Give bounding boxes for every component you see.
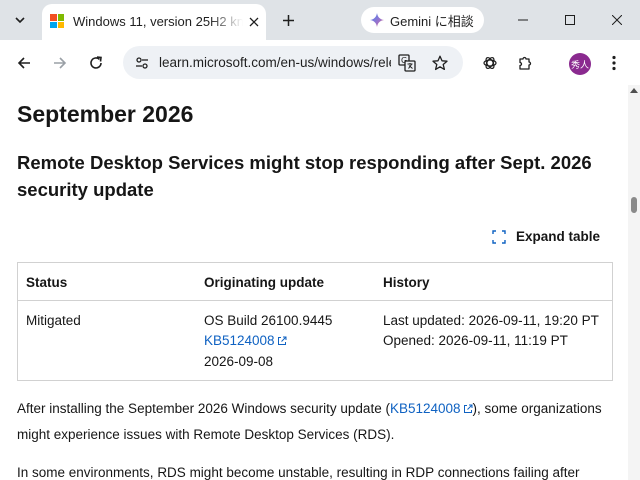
issue-details-paragraph: In some environments, RDS might become u… (17, 465, 580, 480)
arrow-left-icon (17, 57, 30, 69)
expand-table-button[interactable]: Expand table (492, 229, 600, 244)
puzzle-icon (519, 56, 532, 70)
page-scrollbar[interactable] (628, 85, 640, 480)
back-button[interactable] (10, 49, 38, 77)
bookmark-star-button[interactable] (429, 52, 451, 74)
chevron-down-icon (15, 17, 25, 24)
minimize-button[interactable] (500, 4, 546, 36)
os-build-cell: OS Build 26100.9445 (204, 313, 333, 328)
tab-close-button[interactable] (245, 13, 263, 31)
tab-title: Windows 11, version 25H2 known issues (73, 14, 243, 29)
column-header-originating-update: Originating update (204, 275, 324, 290)
plus-icon (282, 14, 294, 26)
external-link-icon (277, 336, 287, 345)
column-header-history: History (383, 275, 430, 290)
translate-button[interactable]: G (396, 52, 418, 74)
title-bar: Windows 11, version 25H2 known issues Ge… (0, 0, 640, 40)
expand-table-label: Expand table (516, 229, 601, 244)
issue-title: Remote Desktop Services might stop respo… (17, 152, 592, 200)
url-text: learn.microsoft.com/en-us/windows/releas… (159, 55, 391, 70)
arrow-right-icon (54, 57, 67, 69)
kb-link-text: KB5124008 (204, 333, 275, 348)
translate-icon: G (398, 54, 416, 72)
chatgpt-extension-button[interactable] (476, 49, 504, 77)
profile-avatar[interactable]: 秀人 (569, 53, 591, 75)
more-vertical-icon (612, 55, 616, 71)
update-date-cell: 2026-09-08 (204, 354, 274, 369)
star-icon (432, 55, 448, 71)
gemini-button[interactable]: Gemini に相談 (361, 7, 484, 33)
opened-cell: Opened: 2026-09-11, 11:19 PT (383, 333, 568, 348)
table-header-row: Status Originating update History (18, 263, 612, 301)
scroll-up-arrow-icon[interactable] (630, 88, 638, 93)
maximize-button[interactable] (547, 4, 593, 36)
site-info-button[interactable] (131, 52, 153, 74)
kb-link[interactable]: KB5124008 (204, 333, 287, 348)
last-updated-cell: Last updated: 2026-09-11, 19:20 PT (383, 313, 599, 328)
gemini-label: Gemini に相談 (390, 13, 474, 29)
close-window-button[interactable] (594, 4, 640, 36)
section-heading: September 2026 (17, 101, 194, 127)
address-bar[interactable]: learn.microsoft.com/en-us/windows/releas… (123, 46, 463, 79)
maximize-icon (565, 15, 575, 25)
close-icon (249, 17, 259, 27)
status-cell: Mitigated (26, 313, 81, 328)
description-kb-link[interactable]: KB5124008 (390, 401, 473, 416)
browser-toolbar: learn.microsoft.com/en-us/windows/releas… (0, 40, 640, 85)
scroll-thumb[interactable] (631, 197, 637, 213)
minimize-icon (518, 19, 528, 21)
microsoft-logo-icon (50, 14, 64, 28)
external-link-icon (463, 404, 473, 413)
description-kb-link-text: KB5124008 (389, 401, 461, 416)
active-tab[interactable]: Windows 11, version 25H2 known issues (42, 4, 266, 40)
openai-icon (483, 56, 497, 70)
description-text-start: After installing the September 2026 Wind… (17, 401, 390, 416)
column-header-status: Status (26, 275, 68, 290)
page-content: September 2026 Remote Desktop Services m… (0, 85, 628, 480)
new-tab-button[interactable] (276, 8, 300, 32)
close-icon (612, 15, 622, 25)
tune-icon (136, 57, 148, 69)
reload-icon (90, 56, 102, 69)
issue-status-table: Status Originating update History Mitiga… (17, 262, 613, 381)
tab-search-button[interactable] (7, 7, 33, 33)
issue-description: After installing the September 2026 Wind… (17, 396, 617, 448)
browser-menu-button[interactable] (600, 49, 628, 77)
forward-button[interactable] (46, 49, 74, 77)
extensions-button[interactable] (512, 49, 540, 77)
reload-button[interactable] (82, 49, 110, 77)
fullscreen-icon (492, 229, 506, 244)
gemini-spark-icon (370, 13, 384, 27)
